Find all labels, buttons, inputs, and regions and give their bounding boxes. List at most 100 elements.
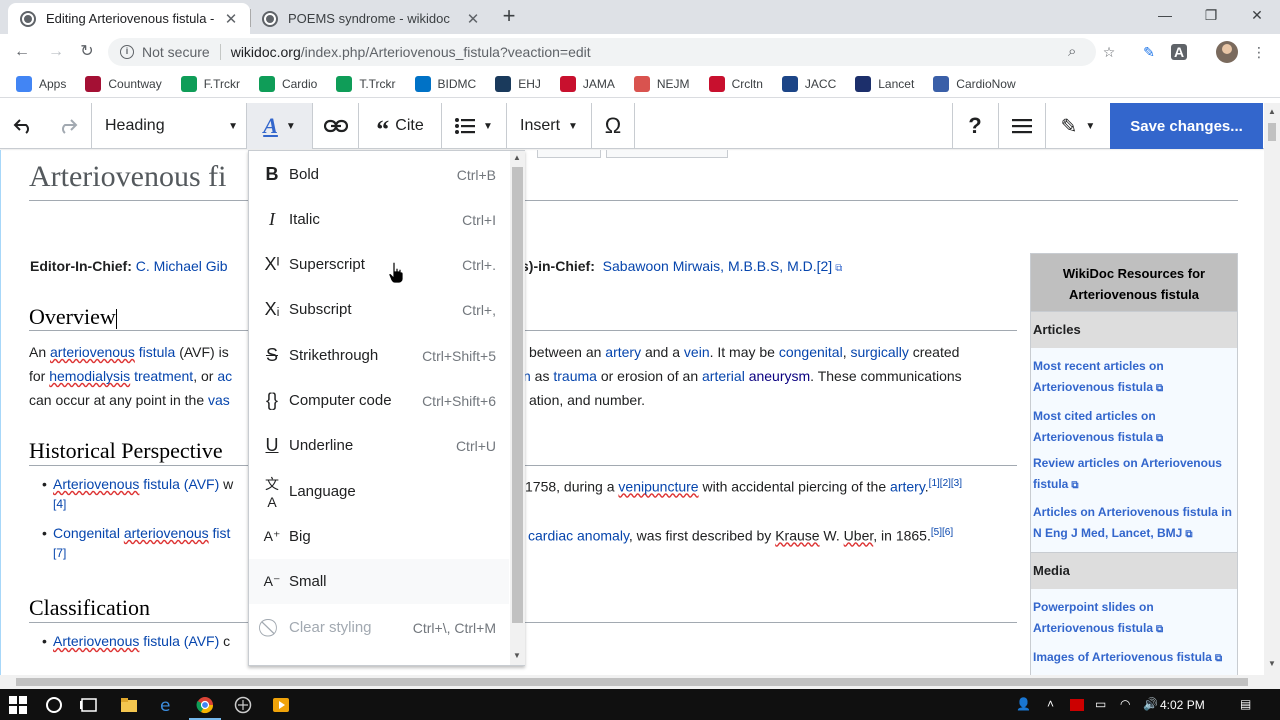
scroll-down-icon[interactable]: ▼ (513, 651, 521, 660)
taskbar-clock[interactable]: 4:02 PM (1160, 698, 1205, 712)
windows-start-icon[interactable] (9, 696, 27, 714)
close-window-button[interactable]: ✕ (1237, 4, 1277, 26)
bookmark-nejm[interactable]: NEJM (633, 75, 690, 92)
menu-item-bold[interactable]: B Bold Ctrl+B (249, 152, 509, 197)
arteriovenous-link[interactable]: arteriovenous (50, 344, 135, 360)
fistula-link[interactable]: fistula (AVF) (139, 633, 219, 649)
cortana-search-icon[interactable] (45, 696, 63, 714)
menu-item-computer-code[interactable]: {} Computer code Ctrl+Shift+6 (249, 378, 509, 423)
bookmark-ehj[interactable]: EHJ (495, 75, 541, 92)
bookmark-f-trckr[interactable]: F.Trckr (180, 75, 240, 92)
text-style-dropdown[interactable]: A ▼ (247, 103, 312, 149)
editor-name-link[interactable]: C. Michael Gib (136, 258, 228, 274)
bookmark-bidmc[interactable]: BIDMC (414, 75, 476, 92)
page-options-menu-icon[interactable] (999, 103, 1045, 149)
cardiac-anomaly-link[interactable]: cardiac anomaly (528, 528, 629, 544)
menu-item-strikethrough[interactable]: S Strikethrough Ctrl+Shift+5 (249, 333, 509, 378)
hemodialysis-link[interactable]: hemodialysis (49, 368, 130, 384)
scroll-down-icon[interactable]: ▼ (1268, 659, 1276, 668)
infobox-link[interactable]: Articles on Arteriovenous fistula in N E… (1031, 502, 1237, 552)
infobox-link[interactable]: Review articles on Arteriovenous fistula… (1031, 453, 1237, 502)
scrollbar-thumb[interactable] (16, 678, 1248, 686)
scrollbar-thumb[interactable] (512, 167, 523, 623)
edge-browser-icon[interactable]: e (158, 696, 176, 714)
reference-superscript[interactable]: [1][2][3] (929, 478, 962, 489)
volume-icon[interactable]: 🔊 (1143, 697, 1158, 711)
list-dropdown[interactable]: ▼ (442, 103, 506, 149)
chrome-icon[interactable] (196, 696, 214, 714)
ref-link[interactable]: [2] (817, 258, 833, 274)
bookmark-lancet[interactable]: Lancet (855, 75, 914, 92)
security-tray-icon[interactable] (1070, 699, 1084, 711)
restore-button[interactable]: ❐ (1191, 4, 1231, 26)
minimize-button[interactable]: — (1145, 4, 1185, 26)
bookmark-countway[interactable]: Countway (85, 75, 162, 92)
page-scrollbar[interactable]: ▲ ▼ (1264, 103, 1280, 675)
bookmark-jama[interactable]: JAMA (559, 75, 615, 92)
menu-item-big[interactable]: A⁺ Big (249, 514, 509, 559)
bookmark-cardionow[interactable]: CardioNow (933, 75, 1016, 92)
acquired-link[interactable]: ac (217, 368, 232, 384)
tab-poems-syndrome[interactable]: POEMS syndrome - wikidoc ✕ (250, 3, 492, 34)
reference-link[interactable]: [7] (53, 546, 66, 560)
section-heading-historical-perspective[interactable]: Historical Perspective (29, 438, 223, 464)
link-icon[interactable] (313, 103, 358, 149)
menu-item-underline[interactable]: U Underline Ctrl+U (249, 423, 509, 468)
menu-item-language[interactable]: 文A Language (249, 469, 509, 514)
reference-link[interactable]: [4] (53, 497, 66, 511)
menu-scrollbar[interactable]: ▲ ▼ (510, 151, 525, 665)
new-tab-button[interactable]: + (498, 5, 520, 28)
tab-editing-arteriovenous-fistula[interactable]: Editing Arteriovenous fistula - wikidoc … (8, 3, 250, 34)
reload-icon[interactable]: ↻ (75, 40, 99, 64)
scroll-up-icon[interactable]: ▲ (513, 153, 521, 162)
edit-mode-switch[interactable]: ✎ ▼ (1046, 103, 1110, 149)
bookmark-crcltn[interactable]: Crcltn (708, 75, 763, 92)
info-icon[interactable]: i (120, 45, 134, 59)
fistula-link[interactable]: fistula (AVF) (139, 476, 219, 492)
back-icon[interactable]: ← (10, 40, 34, 64)
close-tab-icon[interactable]: ✕ (222, 10, 240, 28)
congenital-link[interactable]: Congenital (53, 525, 124, 541)
bookmark-jacc[interactable]: JACC (781, 75, 836, 92)
forward-icon[interactable]: → (44, 40, 68, 64)
menu-item-superscript[interactable]: Xᴵ Superscript Ctrl+. (249, 242, 509, 287)
vein-link[interactable]: vein (684, 344, 710, 360)
bookmark-apps[interactable]: Apps (16, 75, 66, 92)
menu-item-italic[interactable]: I Italic Ctrl+I (249, 197, 509, 242)
scrollbar-thumb[interactable] (1268, 123, 1276, 141)
arterial-link[interactable]: arterial (702, 368, 745, 384)
arteriovenous-link[interactable]: arteriovenous (124, 525, 209, 541)
infobox-link[interactable]: Powerpoint slides on Arteriovenous fistu… (1031, 597, 1237, 647)
horizontal-scrollbar[interactable] (0, 675, 1280, 689)
krause-link[interactable]: Krause (775, 528, 819, 544)
cite-button[interactable]: “ Cite (359, 103, 441, 149)
aneurysm-link[interactable]: aneurysm (749, 368, 810, 384)
fistula-link[interactable]: fist (209, 525, 231, 541)
undo-icon[interactable] (0, 103, 46, 149)
arteriovenous-link[interactable]: Arteriovenous (53, 633, 139, 649)
notifications-icon[interactable]: ▤ (1240, 697, 1251, 711)
zoom-icon[interactable]: ⌕ (1068, 43, 1076, 60)
paragraph-format-dropdown[interactable]: Heading ▼ (92, 103, 246, 149)
extension-pen-icon[interactable]: ✎ (1139, 42, 1159, 62)
help-icon[interactable]: ? (953, 103, 997, 149)
treatment-link[interactable]: treatment (134, 368, 193, 384)
menu-item-small[interactable]: A⁻ Small (249, 559, 509, 604)
wifi-icon[interactable]: ◠ (1120, 697, 1130, 711)
congenital-link[interactable]: congenital (779, 344, 843, 360)
avatar[interactable] (1216, 41, 1238, 63)
section-heading-overview[interactable]: Overview (29, 304, 117, 330)
reference-superscript[interactable]: [5][6] (931, 527, 953, 538)
redo-icon[interactable] (46, 103, 90, 149)
fistula-link[interactable]: fistula (139, 344, 176, 360)
infobox-link[interactable]: Most recent articles on Arteriovenous fi… (1031, 356, 1237, 406)
chevron-up-icon[interactable]: ˄ (1047, 697, 1054, 711)
save-changes-button[interactable]: Save changes... (1110, 103, 1263, 149)
task-view-icon[interactable] (80, 696, 98, 714)
bookmark-star-icon[interactable]: ☆ (1099, 42, 1119, 62)
venipuncture-link[interactable]: venipuncture (618, 479, 698, 495)
artery-link[interactable]: artery (890, 479, 925, 495)
scroll-up-icon[interactable]: ▲ (1268, 107, 1276, 116)
extension-a-icon[interactable]: A (1171, 44, 1187, 60)
insert-dropdown[interactable]: Insert ▼ (507, 103, 591, 149)
